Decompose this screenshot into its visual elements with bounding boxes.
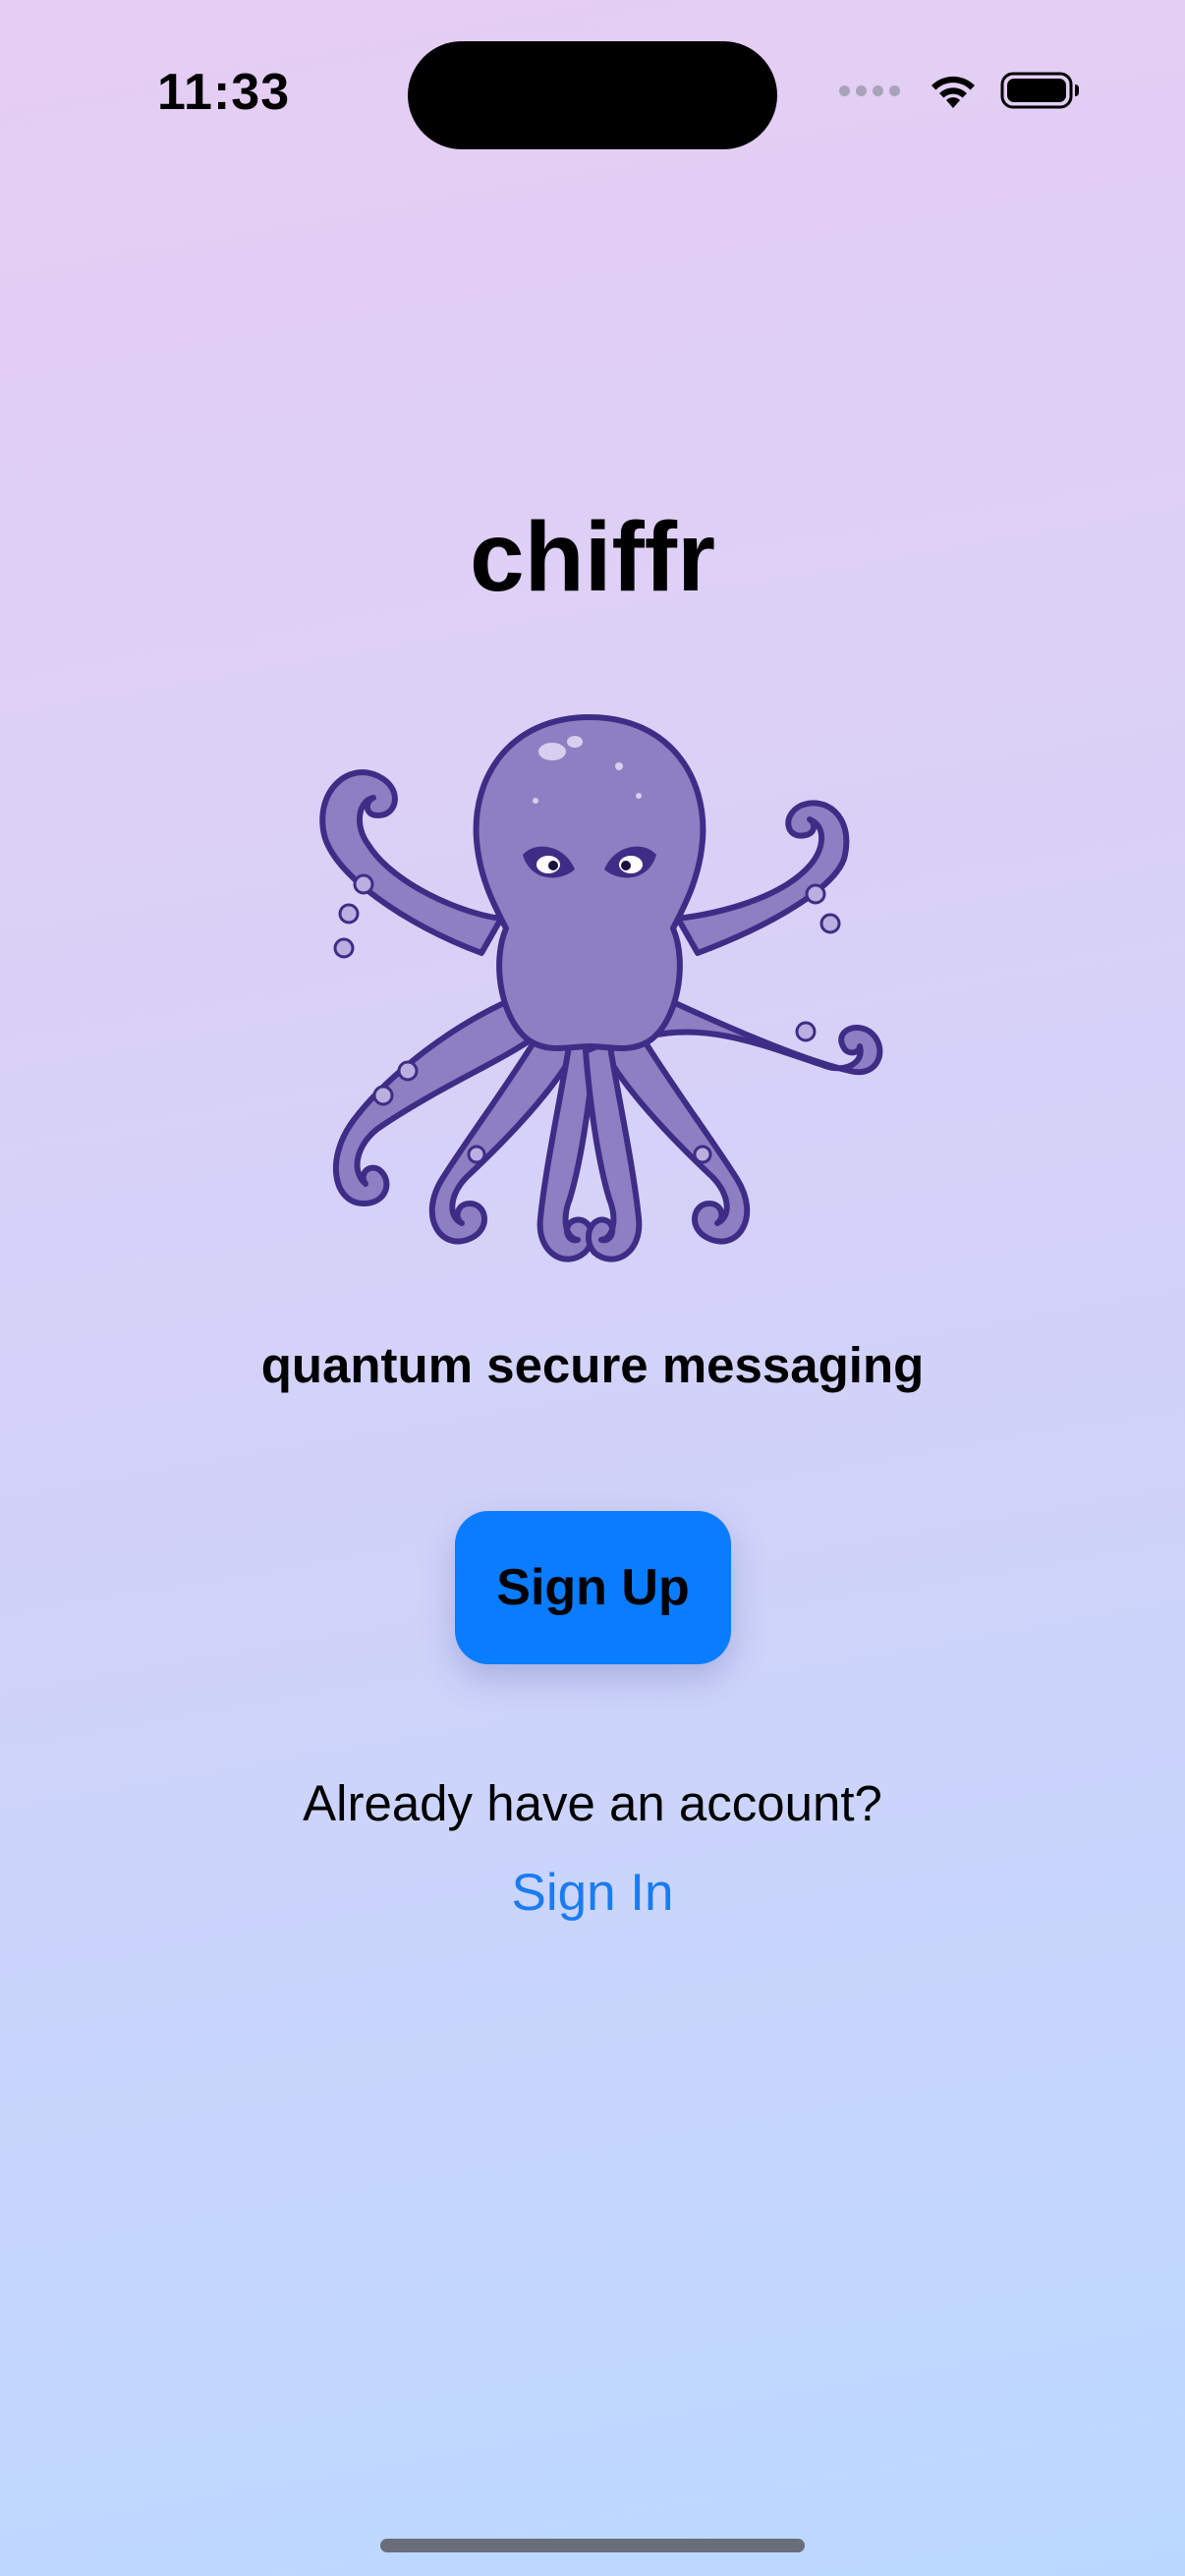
- tagline: quantum secure messaging: [260, 1337, 925, 1393]
- dynamic-island: [408, 41, 777, 149]
- account-prompt: Already have an account?: [303, 1775, 882, 1831]
- sign-up-button[interactable]: Sign Up: [455, 1511, 731, 1664]
- status-time: 11:33: [157, 64, 291, 121]
- app-title: chiffr: [470, 502, 715, 612]
- wifi-icon: [931, 76, 975, 108]
- sign-in-link-row: Sign In: [0, 1863, 1185, 1923]
- cellular-signal-icon: [839, 84, 900, 96]
- status-icons: [839, 71, 1081, 110]
- sign-in-link[interactable]: Sign In: [511, 1864, 673, 1922]
- home-indicator[interactable]: [380, 2539, 805, 2552]
- octopus-logo: [319, 714, 883, 1262]
- battery-icon: [1000, 72, 1079, 109]
